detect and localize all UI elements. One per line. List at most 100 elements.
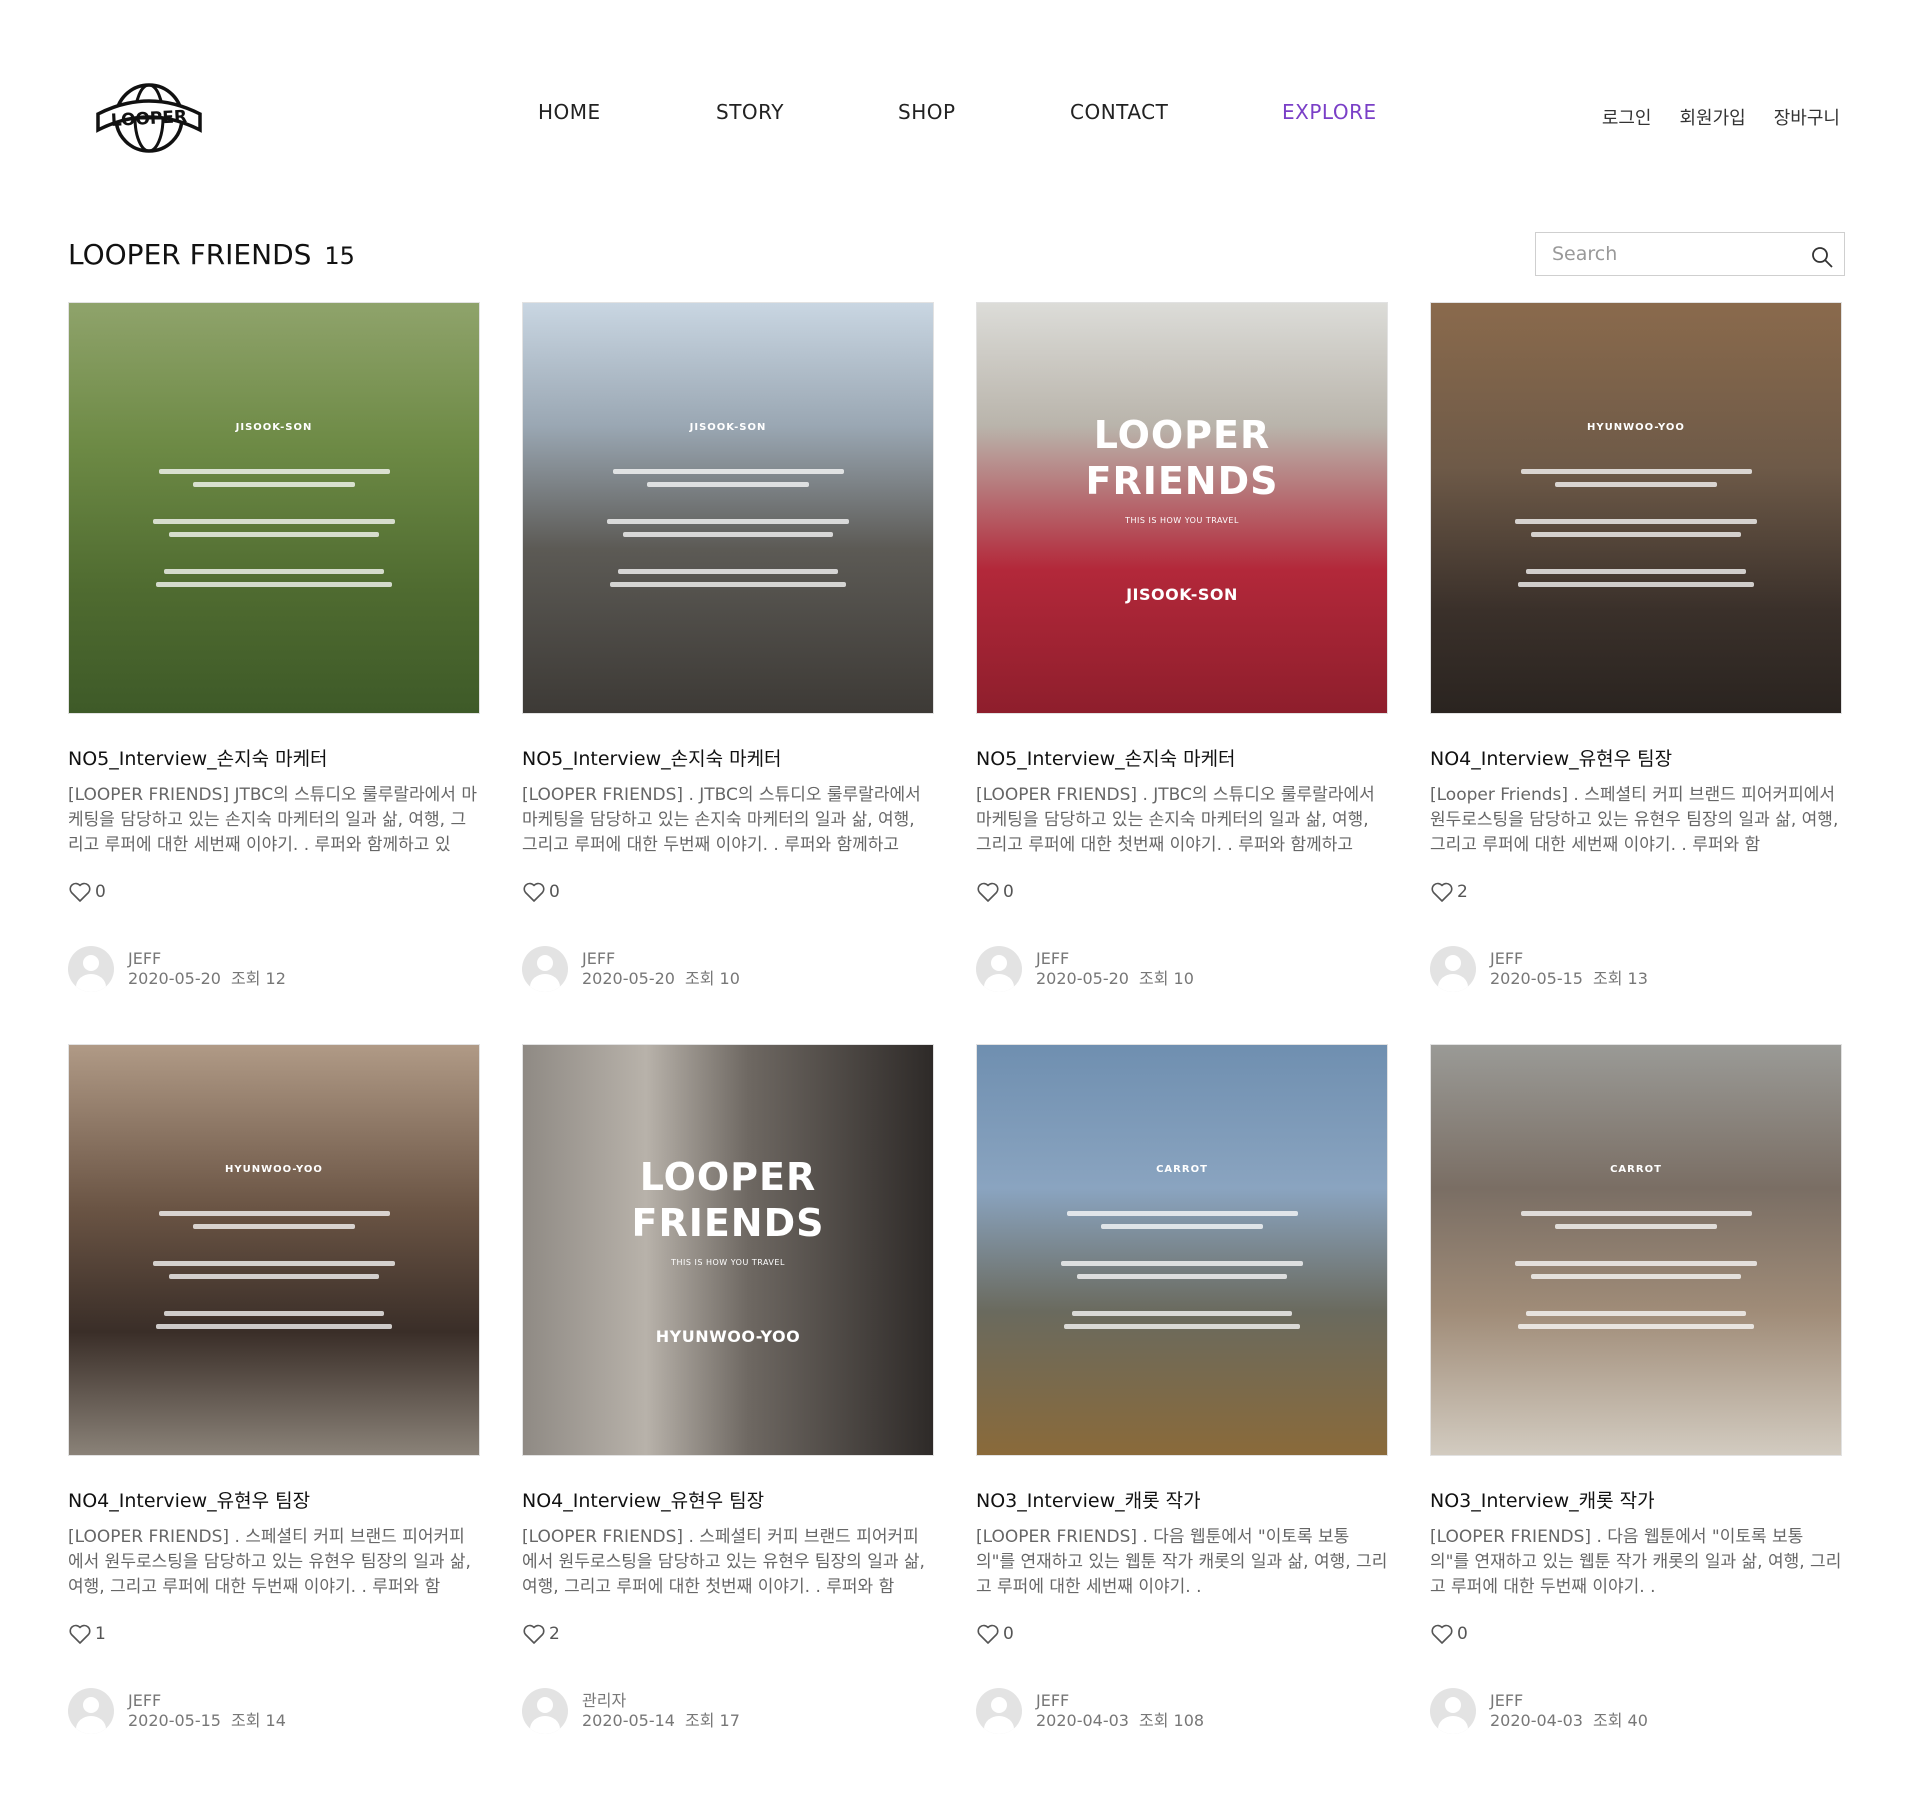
post-card[interactable]: JISOOK-SON NO5_Interview_손지숙 마케터 [LOOPER… bbox=[68, 302, 480, 1044]
heart-icon[interactable] bbox=[68, 881, 92, 903]
post-date: 2020-05-15 bbox=[128, 1711, 221, 1730]
cart-link[interactable]: 장바구니 bbox=[1774, 104, 1840, 130]
thumb-logo-line2: FRIENDS bbox=[1085, 459, 1279, 503]
thumb-text-line bbox=[617, 568, 839, 574]
post-thumbnail[interactable]: JISOOK-SON bbox=[68, 302, 480, 714]
thumb-text-line bbox=[1505, 545, 1768, 561]
view-count: 10 bbox=[1173, 969, 1194, 988]
thumb-text-line bbox=[192, 481, 356, 487]
post-excerpt[interactable]: [LOOPER FRIENDS] . 스페셜티 커피 브랜드 피어커피에서 원두… bbox=[522, 1525, 934, 1600]
post-title[interactable]: NO3_Interview_캐롯 작가 bbox=[976, 1486, 1388, 1513]
post-excerpt[interactable]: [LOOPER FRIENDS] . 스페셜티 커피 브랜드 피어커피에서 원두… bbox=[68, 1525, 480, 1600]
author-row: JEFF 2020-05-15 조회 14 bbox=[68, 1688, 480, 1734]
thumb-quote-text bbox=[1051, 1203, 1314, 1337]
post-title[interactable]: NO4_Interview_유현우 팀장 bbox=[1430, 744, 1842, 771]
post-thumbnail[interactable]: LOOPER FRIENDS THIS IS HOW YOU TRAVEL HYUNW… bbox=[522, 1044, 934, 1456]
avatar-head bbox=[1445, 1697, 1461, 1713]
post-title[interactable]: NO3_Interview_캐롯 작가 bbox=[1430, 1486, 1842, 1513]
thumb-text-line bbox=[169, 531, 379, 537]
post-title[interactable]: NO5_Interview_손지숙 마케터 bbox=[976, 744, 1388, 771]
like-count: 0 bbox=[549, 882, 560, 902]
post-card[interactable]: CARROT NO3_Interview_캐롯 작가 [LOOPER FRIEN… bbox=[976, 1044, 1388, 1786]
thumb-text-line bbox=[1515, 518, 1757, 524]
search-icon[interactable] bbox=[1810, 245, 1834, 269]
avatar-head bbox=[537, 955, 553, 971]
thumb-text-line bbox=[155, 581, 393, 587]
post-date-views: 2020-05-20 조회 10 bbox=[582, 969, 740, 989]
post-date-views: 2020-04-03 조회 40 bbox=[1490, 1711, 1648, 1731]
signup-link[interactable]: 회원가입 bbox=[1680, 104, 1746, 130]
avatar bbox=[1430, 946, 1476, 992]
post-thumbnail[interactable]: CARROT bbox=[976, 1044, 1388, 1456]
thumb-text-line bbox=[1515, 1260, 1757, 1266]
nav-shop[interactable]: SHOP bbox=[898, 100, 956, 124]
post-card[interactable]: HYUNWOO-YOO NO4_Interview_유현우 팀장 [LOOPER… bbox=[68, 1044, 480, 1786]
thumbnail-overlay: LOOPER FRIENDS THIS IS HOW YOU TRAVEL HYUNW… bbox=[523, 1045, 933, 1455]
login-link[interactable]: 로그인 bbox=[1602, 104, 1652, 130]
nav-home[interactable]: HOME bbox=[538, 100, 601, 124]
avatar-head bbox=[1445, 955, 1461, 971]
post-card[interactable]: CARROT NO3_Interview_캐롯 작가 [LOOPER FRIEN… bbox=[1430, 1044, 1842, 1786]
thumb-friend-name: CARROT bbox=[1610, 1163, 1662, 1175]
views-label: 조회 bbox=[230, 1711, 261, 1730]
like-row: 0 bbox=[68, 880, 480, 904]
post-title[interactable]: NO5_Interview_손지숙 마케터 bbox=[522, 744, 934, 771]
view-count: 13 bbox=[1627, 969, 1648, 988]
nav-explore[interactable]: EXPLORE bbox=[1282, 100, 1377, 124]
post-title[interactable]: NO4_Interview_유현우 팀장 bbox=[522, 1486, 934, 1513]
post-thumbnail[interactable]: LOOPER FRIENDS THIS IS HOW YOU TRAVEL JISOO… bbox=[976, 302, 1388, 714]
post-excerpt[interactable]: [LOOPER FRIENDS] . 다음 웹툰에서 "이토록 보통의"를 연재… bbox=[1430, 1525, 1842, 1600]
views-label: 조회 bbox=[230, 969, 261, 988]
like-count: 2 bbox=[1457, 882, 1468, 902]
post-date: 2020-05-14 bbox=[582, 1711, 675, 1730]
thumb-friend-name: HYUNWOO-YOO bbox=[655, 1327, 801, 1346]
view-count: 108 bbox=[1173, 1711, 1205, 1730]
heart-icon[interactable] bbox=[976, 1623, 1000, 1645]
thumbnail-overlay: HYUNWOO-YOO bbox=[1431, 303, 1841, 713]
thumb-friend-name: JISOOK-SON bbox=[235, 421, 313, 433]
post-title[interactable]: NO5_Interview_손지숙 마케터 bbox=[68, 744, 480, 771]
post-excerpt[interactable]: [LOOPER FRIENDS] . JTBC의 스튜디오 룰루랄라에서 마케팅… bbox=[522, 783, 934, 858]
post-card[interactable]: LOOPER FRIENDS THIS IS HOW YOU TRAVEL HYUNW… bbox=[522, 1044, 934, 1786]
author-name: JEFF bbox=[582, 949, 616, 968]
post-excerpt[interactable]: [LOOPER FRIENDS] . 다음 웹툰에서 "이토록 보통의"를 연재… bbox=[976, 1525, 1388, 1600]
thumbnail-overlay: CARROT bbox=[1431, 1045, 1841, 1455]
thumb-logo-line1: LOOPER bbox=[1093, 413, 1271, 457]
post-card[interactable]: LOOPER FRIENDS THIS IS HOW YOU TRAVEL JISOO… bbox=[976, 302, 1388, 1044]
heart-icon[interactable] bbox=[68, 1623, 92, 1645]
thumbnail-overlay: JISOOK-SON bbox=[523, 303, 933, 713]
thumb-tagline: THIS IS HOW YOU TRAVEL bbox=[671, 1258, 785, 1267]
post-thumbnail[interactable]: JISOOK-SON bbox=[522, 302, 934, 714]
thumb-text-line bbox=[612, 468, 844, 474]
heart-icon[interactable] bbox=[1430, 1623, 1454, 1645]
heart-icon[interactable] bbox=[1430, 881, 1454, 903]
thumb-text-line bbox=[158, 468, 390, 474]
search-input[interactable] bbox=[1536, 233, 1804, 275]
like-count: 0 bbox=[1003, 1624, 1014, 1644]
post-thumbnail[interactable]: CARROT bbox=[1430, 1044, 1842, 1456]
post-title[interactable]: NO4_Interview_유현우 팀장 bbox=[68, 1486, 480, 1513]
view-count: 17 bbox=[719, 1711, 740, 1730]
post-card[interactable]: HYUNWOO-YOO NO4_Interview_유현우 팀장 [Looper… bbox=[1430, 302, 1842, 1044]
views-label: 조회 bbox=[684, 1711, 715, 1730]
heart-icon[interactable] bbox=[522, 881, 546, 903]
author-name: JEFF bbox=[1036, 949, 1070, 968]
nav-contact[interactable]: CONTACT bbox=[1070, 100, 1168, 124]
post-excerpt[interactable]: [LOOPER FRIENDS] . JTBC의 스튜디오 룰루랄라에서 마케팅… bbox=[976, 783, 1388, 858]
post-thumbnail[interactable]: HYUNWOO-YOO bbox=[1430, 302, 1842, 714]
thumb-text-line bbox=[163, 1310, 385, 1316]
avatar bbox=[976, 946, 1022, 992]
page-title: LOOPER FRIENDS 15 bbox=[68, 238, 355, 271]
post-excerpt[interactable]: [Looper Friends] . 스페셜티 커피 브랜드 피어커피에서 원두… bbox=[1430, 783, 1842, 858]
heart-icon[interactable] bbox=[522, 1623, 546, 1645]
thumb-text-line bbox=[153, 1260, 395, 1266]
avatar bbox=[522, 946, 568, 992]
like-row: 2 bbox=[522, 1622, 934, 1646]
post-thumbnail[interactable]: HYUNWOO-YOO bbox=[68, 1044, 480, 1456]
thumb-quote-text bbox=[597, 461, 860, 595]
heart-icon[interactable] bbox=[976, 881, 1000, 903]
nav-story[interactable]: STORY bbox=[716, 100, 784, 124]
author-name: JEFF bbox=[128, 949, 162, 968]
post-excerpt[interactable]: [LOOPER FRIENDS] JTBC의 스튜디오 룰루랄라에서 마케팅을 … bbox=[68, 783, 480, 858]
post-card[interactable]: JISOOK-SON NO5_Interview_손지숙 마케터 [LOOPER… bbox=[522, 302, 934, 1044]
